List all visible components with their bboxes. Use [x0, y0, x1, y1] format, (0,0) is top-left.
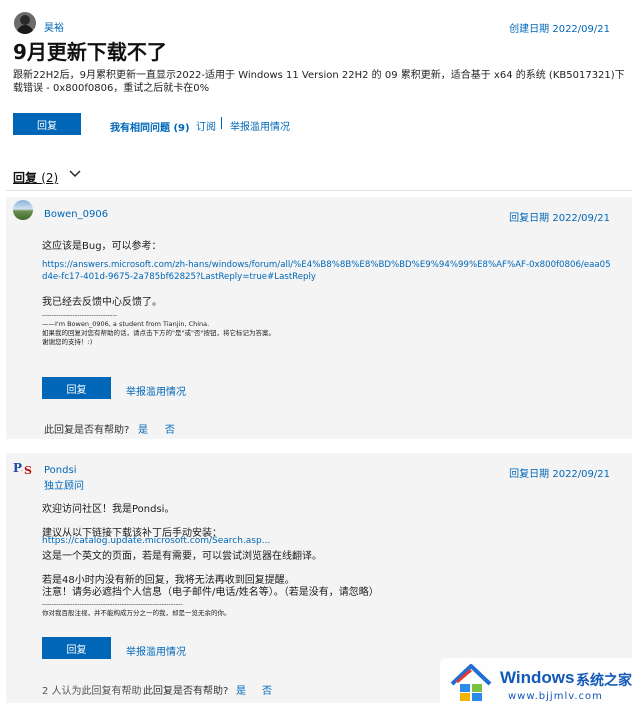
replies-toggle[interactable]: 回复 (2)	[13, 169, 58, 186]
reply2-line: 欢迎访问社区！我是Pondsi。	[42, 504, 175, 515]
reply1-reference-link[interactable]: https://answers.microsoft.com/zh-hans/wi…	[42, 259, 612, 283]
helpful-no-button[interactable]: 否	[262, 682, 272, 697]
reply1-line: 这应该是Bug，可以参考：	[42, 241, 162, 252]
reply1-reply-button[interactable]: 回复	[42, 377, 111, 399]
question-date: 创建日期 2022/09/21	[509, 24, 610, 35]
question-author[interactable]: 昊裕	[44, 19, 64, 34]
helpful-question: 此回复是否有帮助?	[44, 425, 130, 436]
question-body: 跟新22H2后，9月累积更新一直显示2022-适用于 Windows 11 Ve…	[13, 70, 625, 94]
signature-line: 你对我百般注视，并不能构成万分之一的我，却是一览无余的你。	[42, 609, 231, 617]
reply2-line: 这是一个英文的页面，若是有需要，可以尝试浏览器在线翻译。	[42, 551, 322, 562]
reply2-catalog-link[interactable]: https://catalog.update.microsoft.com/Sea…	[42, 536, 270, 546]
subscribe-link[interactable]: 订阅	[196, 118, 216, 133]
replies-label: 回复	[13, 171, 38, 185]
reply2-role: 独立顾问	[44, 481, 84, 492]
reply2-date: 回复日期 2022/09/21	[509, 469, 610, 480]
chevron-down-icon[interactable]	[68, 166, 82, 185]
author-avatar[interactable]	[14, 12, 36, 34]
signature-rule: --------------------------------	[42, 311, 118, 319]
report-abuse-link[interactable]: 举报滥用情况	[230, 118, 290, 133]
link-separator	[221, 117, 222, 129]
reply1-date: 回复日期 2022/09/21	[509, 213, 610, 224]
reply2-report-link[interactable]: 举报滥用情况	[126, 643, 186, 658]
signature-rule: ----------------------------------------…	[42, 600, 183, 608]
helpful-yes-button[interactable]: 是	[138, 421, 148, 436]
helpful-yes-button[interactable]: 是	[236, 682, 246, 697]
reply2-reply-button[interactable]: 回复	[42, 637, 111, 659]
page-title: 9月更新下载不了	[13, 40, 167, 64]
replies-count: (2)	[41, 171, 59, 185]
reply2-author[interactable]: Pondsi	[44, 465, 76, 476]
reply1-line: 我已经去反馈中心反馈了。	[42, 297, 162, 308]
reply2-avatar[interactable]: P . S	[12, 458, 34, 478]
reply1-avatar[interactable]	[13, 200, 33, 220]
helpful-no-button[interactable]: 否	[165, 421, 175, 436]
divider	[6, 190, 632, 191]
watermark-url: www.bjjmlv.com	[508, 691, 603, 702]
reply1-author[interactable]: Bowen_0906	[44, 209, 108, 220]
watermark-suffix: 系统之家	[576, 673, 632, 689]
house-logo-icon	[448, 662, 494, 710]
watermark-brand: Windows	[500, 668, 575, 687]
signature-line: ——I'm Bowen_0906, a student from Tianjin…	[42, 320, 210, 328]
reply1-report-link[interactable]: 举报滥用情况	[126, 383, 186, 398]
same-question-link[interactable]: 我有相同问题 (9)	[110, 119, 190, 134]
svg-text:S: S	[24, 464, 32, 477]
reply2-line: 注意！请务必遮挡个人信息（电子邮件/电话/姓名等）。（若是没有，请忽略）	[42, 587, 379, 598]
helpful-count: 2 人认为此回复有帮助	[42, 686, 142, 697]
watermark: Windows 系统之家 www.bjjmlv.com	[440, 658, 636, 710]
signature-line: 谢谢您的支持！:)	[42, 338, 93, 346]
svg-text:.: .	[21, 466, 23, 473]
helpful-question: 此回复是否有帮助?	[143, 686, 229, 697]
signature-line: 如果我的回复对您有帮助的话，请点击下方的"是"或"否"按钮，将它标记为答案。	[42, 329, 275, 337]
question-reply-button[interactable]: 回复	[13, 113, 81, 135]
